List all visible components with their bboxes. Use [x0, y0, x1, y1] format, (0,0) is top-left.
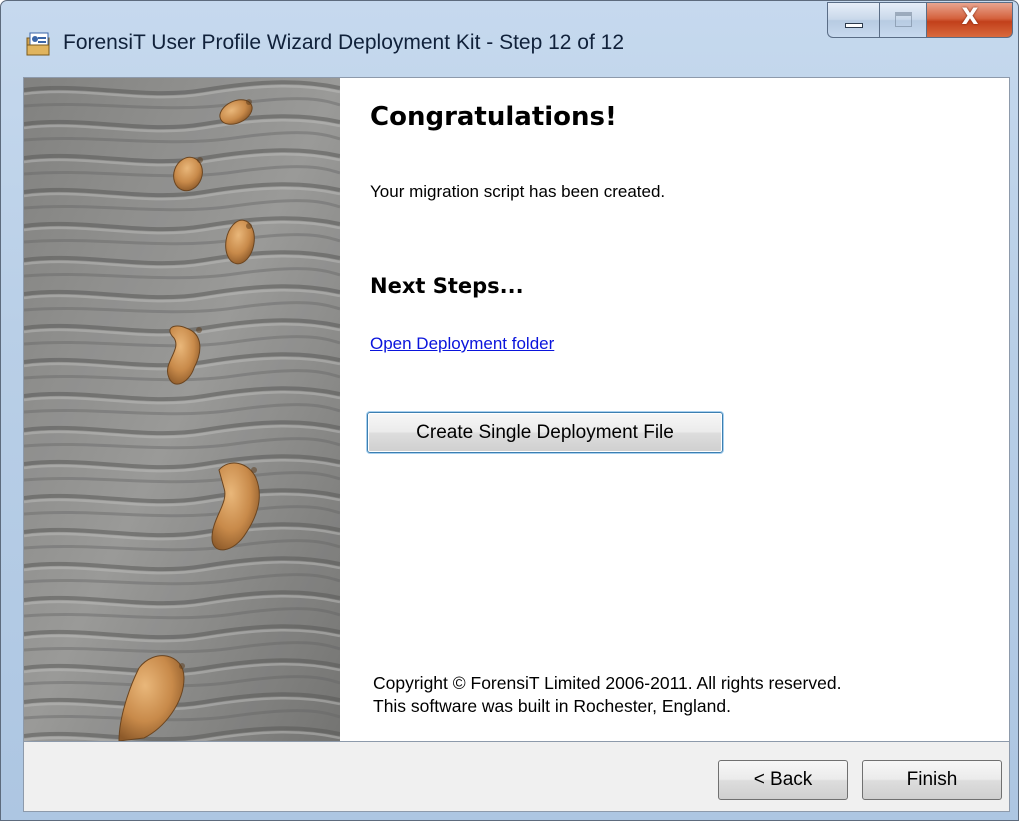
content-panel: Congratulations! Your migration script h… — [367, 78, 1000, 741]
copyright-line: Copyright © ForensiT Limited 2006-2011. … — [373, 673, 842, 693]
maximize-icon — [895, 12, 912, 27]
build-location-line: This software was built in Rochester, En… — [373, 696, 731, 716]
finish-button[interactable]: Finish — [862, 760, 1002, 800]
next-steps-heading: Next Steps... — [370, 274, 524, 298]
wizard-window: ForensiT User Profile Wizard Deployment … — [0, 0, 1019, 821]
close-button[interactable]: X — [927, 2, 1013, 38]
footprints-in-sand-image — [24, 78, 340, 741]
close-icon: X — [961, 5, 979, 30]
title-bar[interactable]: ForensiT User Profile Wizard Deployment … — [1, 1, 1018, 77]
maximize-button — [879, 2, 927, 38]
copyright-text: Copyright © ForensiT Limited 2006-2011. … — [373, 672, 841, 718]
open-deployment-folder-link[interactable]: Open Deployment folder — [370, 334, 554, 354]
minimize-icon — [845, 23, 863, 28]
window-title: ForensiT User Profile Wizard Deployment … — [63, 31, 625, 54]
page-heading: Congratulations! — [370, 102, 617, 132]
minimize-button[interactable] — [827, 2, 879, 38]
back-button[interactable]: < Back — [718, 760, 848, 800]
status-message: Your migration script has been created. — [370, 182, 666, 201]
button-bar: < Back Finish — [23, 742, 1010, 812]
app-icon — [26, 32, 50, 56]
wizard-page: Congratulations! Your migration script h… — [23, 77, 1010, 742]
create-single-deployment-file-button[interactable]: Create Single Deployment File — [367, 412, 723, 453]
